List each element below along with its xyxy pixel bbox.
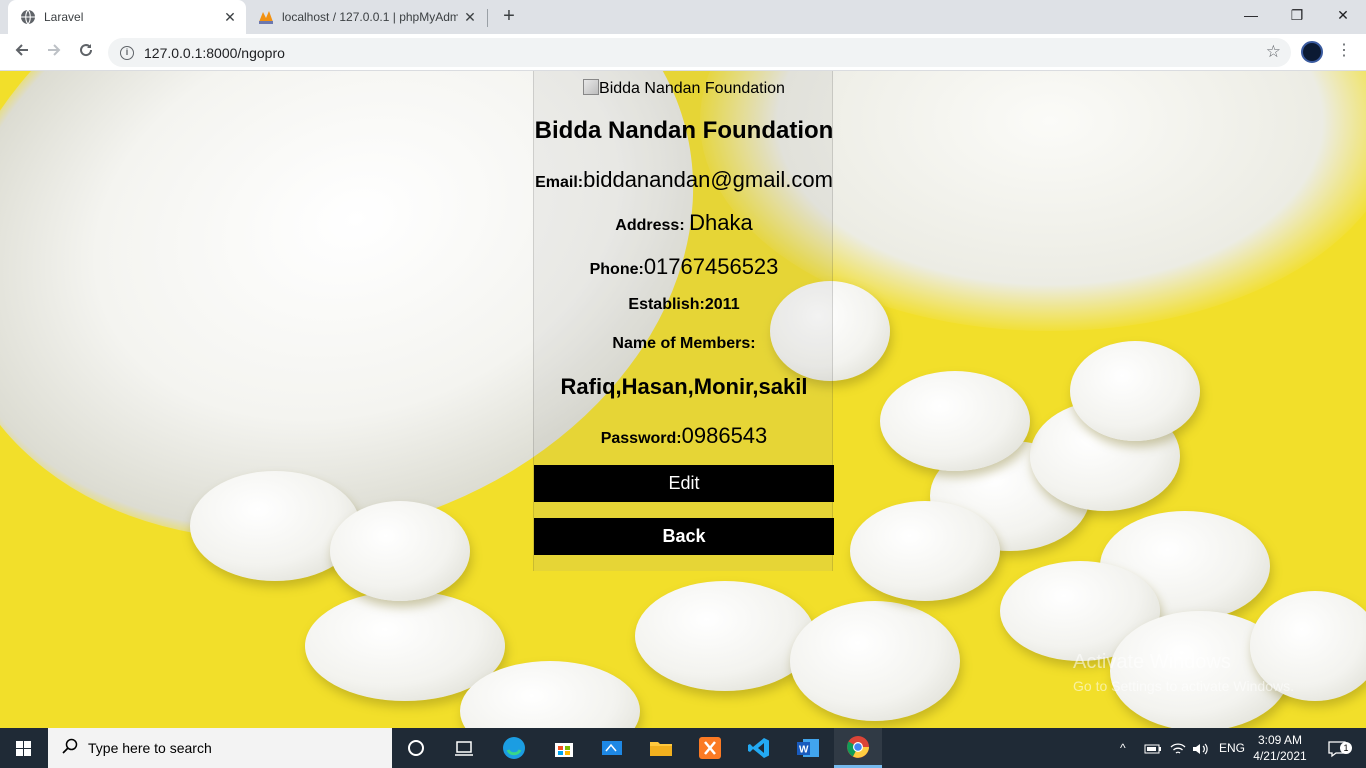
close-tab-icon[interactable]: ✕ [218, 9, 242, 26]
browser-toolbar: i 127.0.0.1:8000/ngopro ☆ ⋮ [0, 34, 1366, 71]
vscode-icon[interactable] [735, 728, 783, 768]
battery-icon[interactable] [1144, 728, 1162, 768]
ngo-logo: Bidda Nandan Foundation [534, 79, 834, 98]
watermark-title: Activate Windows [1073, 651, 1231, 673]
email-label: Email: [535, 174, 584, 191]
volume-icon[interactable] [1192, 728, 1208, 768]
tab-strip: Laravel ✕ localhost / 127.0.0.1 | phpMyA… [0, 0, 1366, 34]
store-icon[interactable] [540, 728, 588, 768]
tab-separator [487, 9, 488, 27]
globe-icon [20, 9, 36, 25]
app-icon[interactable] [588, 728, 636, 768]
svg-text:W: W [799, 745, 809, 756]
establish-row: Establish:2011 [534, 296, 834, 314]
members-label-row: Name of Members: [534, 335, 834, 353]
phone-value: 01767456523 [643, 254, 779, 279]
xampp-icon[interactable] [686, 728, 734, 768]
establish-label: Establish: [628, 296, 705, 313]
clock-date: 4/21/2021 [1253, 749, 1307, 763]
profile-avatar-icon[interactable] [1301, 41, 1323, 63]
restore-button[interactable]: ❐ [1274, 0, 1320, 30]
cortana-icon[interactable] [392, 728, 440, 768]
tab-phpmyadmin[interactable]: localhost / 127.0.0.1 | phpMyAdm ✕ [248, 0, 486, 34]
watermark-subtitle: Go to Settings to activate Windows. [1073, 678, 1294, 694]
windows-start-icon[interactable] [0, 728, 48, 768]
phpmyadmin-icon [258, 9, 274, 25]
close-tab-icon[interactable]: ✕ [458, 9, 482, 26]
ngo-profile-card: Bidda Nandan Foundation Bidda Nandan Fou… [533, 71, 834, 571]
page-title: Bidda Nandan Foundation [534, 117, 834, 144]
task-view-icon[interactable] [440, 728, 488, 768]
back-button[interactable]: Back [534, 518, 834, 555]
chrome-icon[interactable] [834, 728, 882, 768]
background-pill [850, 501, 1000, 601]
menu-dots-icon[interactable]: ⋮ [1336, 40, 1352, 64]
members-value-row: Rafiq,Hasan,Monir,sakil [534, 374, 834, 400]
address-row: Address: Dhaka [534, 210, 834, 236]
page-viewport: Bidda Nandan Foundation Bidda Nandan Fou… [0, 71, 1366, 728]
tab-title: localhost / 127.0.0.1 | phpMyAdm [282, 10, 458, 24]
url-text[interactable]: 127.0.0.1:8000/ngopro [144, 45, 285, 61]
address-value: Dhaka [689, 210, 753, 235]
background-pill [330, 501, 470, 601]
close-window-button[interactable]: ✕ [1320, 0, 1366, 30]
tab-title: Laravel [44, 10, 84, 24]
tab-laravel[interactable]: Laravel ✕ [8, 0, 246, 34]
show-hidden-icons-chevron-icon[interactable]: ^ [1120, 728, 1126, 768]
minimize-button[interactable]: — [1228, 0, 1274, 30]
address-label: Address: [615, 217, 685, 234]
clock-time: 3:09 AM [1257, 733, 1303, 747]
notification-count: 1 [1340, 742, 1352, 754]
members-label: Name of Members: [612, 335, 756, 352]
info-icon[interactable]: i [120, 45, 134, 60]
word-icon[interactable]: W [784, 728, 832, 768]
search-icon [62, 738, 78, 759]
password-value: 0986543 [681, 423, 768, 448]
reload-icon[interactable] [74, 40, 98, 64]
establish-value: 2011 [704, 296, 740, 313]
file-explorer-icon[interactable] [637, 728, 685, 768]
email-row: Email:biddanandan@gmail.com [534, 167, 834, 193]
background-pill [635, 581, 815, 691]
forward-arrow-icon[interactable] [42, 40, 66, 64]
password-label: Password: [600, 430, 682, 447]
search-placeholder: Type here to search [88, 740, 212, 756]
language-indicator[interactable]: ENG [1219, 728, 1245, 768]
activate-windows-watermark: Activate Windows Go to Settings to activ… [1073, 651, 1294, 694]
action-center-icon[interactable]: 1 [1322, 728, 1352, 768]
phone-row: Phone:01767456523 [534, 254, 834, 280]
taskbar-search-box[interactable]: Type here to search [48, 728, 392, 768]
new-tab-button[interactable]: + [497, 5, 521, 29]
background-pill [790, 601, 960, 721]
back-arrow-icon[interactable] [10, 40, 34, 64]
taskbar: Type here to search W ^ ENG 3:09 AM 4/21… [0, 728, 1366, 768]
background-pill [880, 371, 1030, 471]
logo-alt-text: Bidda Nandan Foundation [599, 80, 785, 97]
password-row: Password:0986543 [534, 423, 834, 449]
phone-label: Phone: [589, 261, 644, 278]
broken-image-icon [583, 79, 600, 95]
wifi-icon[interactable] [1170, 728, 1186, 768]
members-value: Rafiq,Hasan,Monir,sakil [560, 374, 808, 399]
system-clock[interactable]: 3:09 AM 4/21/2021 [1250, 732, 1310, 764]
edge-icon[interactable] [490, 728, 538, 768]
edit-button[interactable]: Edit [534, 465, 834, 502]
bookmark-star-icon[interactable]: ☆ [1266, 42, 1281, 62]
address-bar[interactable]: i 127.0.0.1:8000/ngopro ☆ [108, 38, 1291, 67]
background-pill [1070, 341, 1200, 441]
email-value: biddanandan@gmail.com [583, 167, 833, 192]
